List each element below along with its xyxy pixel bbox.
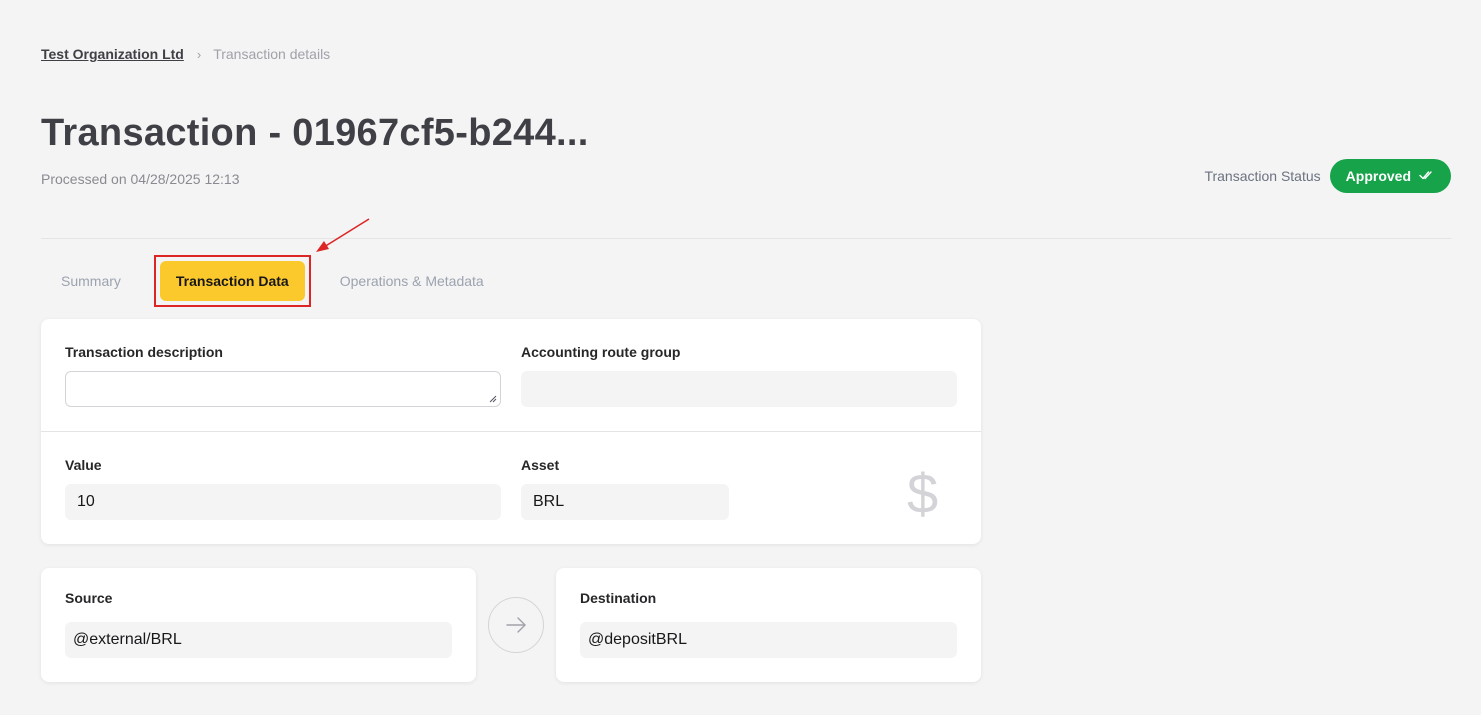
asset-label: Asset xyxy=(521,457,560,473)
transaction-data-card: Transaction description Accounting route… xyxy=(41,319,981,544)
route-group-label: Accounting route group xyxy=(521,344,681,360)
source-label: Source xyxy=(65,590,113,606)
resize-grip-icon[interactable] xyxy=(489,395,497,403)
value-field[interactable]: 10 xyxy=(65,484,501,520)
breadcrumb-org-link[interactable]: Test Organization Ltd xyxy=(41,46,184,62)
tab-bar: Summary Transaction Data Operations & Me… xyxy=(41,255,504,307)
tab-summary[interactable]: Summary xyxy=(41,261,141,301)
red-arrow-annotation-icon xyxy=(316,218,370,252)
tab-highlight-annotation: Transaction Data xyxy=(153,255,311,307)
destination-label: Destination xyxy=(580,590,657,606)
breadcrumb-current: Transaction details xyxy=(213,46,331,62)
destination-field[interactable]: @depositBRL xyxy=(580,622,957,658)
source-field[interactable]: @external/BRL xyxy=(65,622,452,658)
transaction-status: Transaction Status Approved xyxy=(1204,159,1451,193)
destination-card: Destination @depositBRL xyxy=(556,568,981,682)
source-card: Source @external/BRL xyxy=(41,568,476,682)
processed-date: Processed on 04/28/2025 12:13 xyxy=(41,171,240,187)
description-label: Transaction description xyxy=(65,344,223,360)
card-divider xyxy=(41,431,981,432)
double-check-icon xyxy=(1419,168,1435,184)
header-divider xyxy=(41,238,1451,239)
arrow-right-icon xyxy=(488,597,544,653)
tab-operations-metadata[interactable]: Operations & Metadata xyxy=(320,261,504,301)
status-badge-label: Approved xyxy=(1345,168,1411,184)
status-badge: Approved xyxy=(1329,159,1451,193)
route-group-field[interactable] xyxy=(521,371,957,407)
breadcrumb-separator: › xyxy=(196,46,202,62)
description-input[interactable] xyxy=(65,371,501,407)
status-label: Transaction Status xyxy=(1204,168,1321,184)
asset-field[interactable]: BRL xyxy=(521,484,729,520)
tab-transaction-data[interactable]: Transaction Data xyxy=(159,261,305,301)
page: Test Organization Ltd › Transaction deta… xyxy=(0,0,1481,715)
page-title: Transaction - 01967cf5-b244... xyxy=(41,112,589,154)
breadcrumb: Test Organization Ltd › Transaction deta… xyxy=(41,46,330,62)
dollar-icon: $ xyxy=(907,462,939,525)
value-label: Value xyxy=(65,457,102,473)
